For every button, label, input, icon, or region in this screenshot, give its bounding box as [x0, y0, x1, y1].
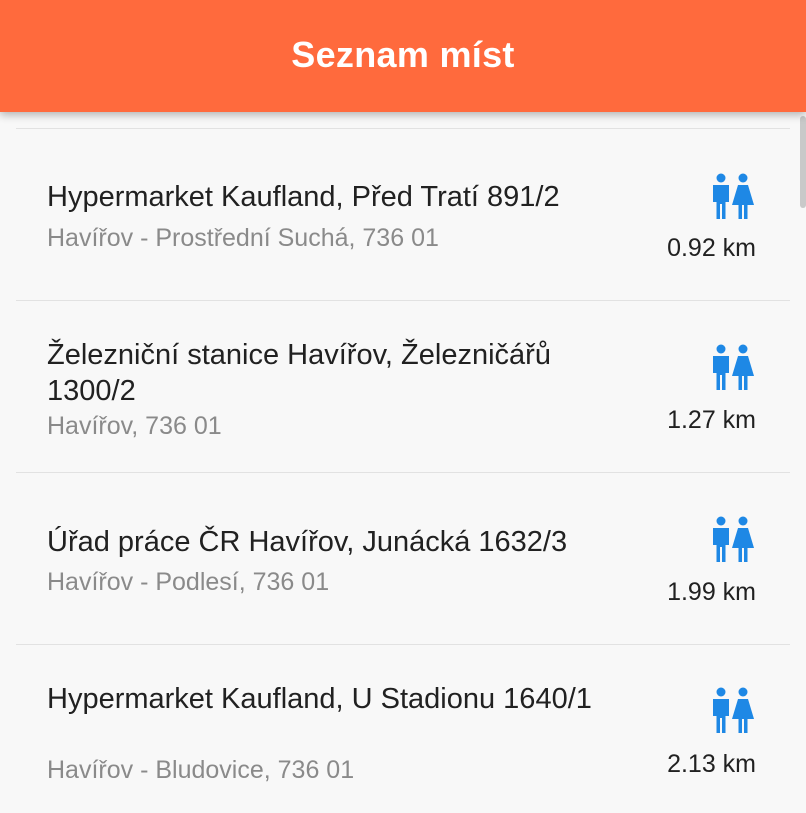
place-distance: 2.13 km: [667, 750, 756, 778]
list-item[interactable]: Úřad práce ČR Havířov, Junácká 1632/3 Ha…: [16, 472, 790, 644]
list-item[interactable]: Železniční stanice Havířov, Železničářů …: [16, 300, 790, 472]
place-name: Hypermarket Kaufland, Před Tratí 891/2: [47, 181, 560, 213]
list-item[interactable]: Hypermarket Kaufland, U Stadionu 1640/1 …: [16, 644, 790, 813]
app-screen: Seznam míst Hypermarket Kaufland, Před T…: [0, 0, 806, 813]
place-address: Havířov - Bludovice, 736 01: [47, 756, 355, 784]
restroom-icon: [710, 516, 754, 564]
place-address: Havířov - Podlesí, 736 01: [47, 568, 330, 596]
place-address: Havířov - Prostřední Suchá, 736 01: [47, 224, 439, 252]
place-name: Železniční stanice Havířov, Železničářů …: [47, 339, 551, 407]
scrollbar-thumb[interactable]: [800, 116, 806, 208]
restroom-icon: [710, 687, 754, 735]
place-distance: 1.27 km: [667, 406, 756, 434]
places-list[interactable]: Hypermarket Kaufland, Před Tratí 891/2 H…: [16, 128, 790, 813]
restroom-icon: [710, 173, 754, 221]
place-distance: 1.99 km: [667, 578, 756, 606]
list-item[interactable]: Hypermarket Kaufland, Před Tratí 891/2 H…: [16, 128, 790, 300]
restroom-icon: [710, 344, 754, 392]
app-bar: Seznam míst: [0, 0, 806, 112]
place-address: Havířov, 736 01: [47, 412, 222, 440]
place-distance: 0.92 km: [667, 234, 756, 262]
place-name: Hypermarket Kaufland, U Stadionu 1640/1: [47, 683, 592, 715]
page-title: Seznam míst: [291, 34, 515, 75]
place-name: Úřad práce ČR Havířov, Junácká 1632/3: [47, 526, 568, 558]
